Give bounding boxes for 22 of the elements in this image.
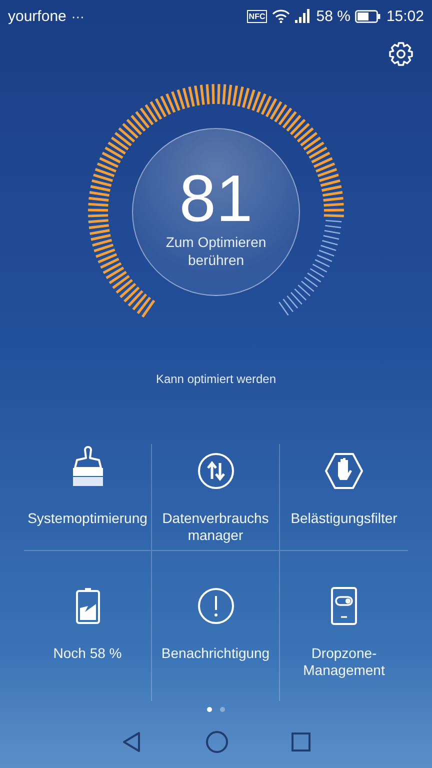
tool-tile[interactable]: Benachrichtigung [152,551,280,701]
recents-icon[interactable] [291,732,311,752]
tool-tile[interactable]: Noch 58 % [24,551,152,701]
tool-tile[interactable]: Datenverbrauchs manager [152,444,280,551]
settings-icon[interactable] [388,41,414,67]
status-message: Kann optimiert werden [154,372,278,386]
page-indicator-dot[interactable] [220,707,225,712]
more-notifications: ··· [71,8,84,24]
optimize-button[interactable]: 81 Zum Optimieren berühren [132,128,300,296]
back-icon[interactable] [121,731,143,753]
signal-icon [295,9,312,23]
page-indicator-dot[interactable] [207,707,212,712]
battery-icon [355,10,382,22]
carrier-name: yourfone [8,8,66,24]
wifi-icon [272,9,290,23]
battery-percentage: 58 % [316,8,350,24]
tool-tile[interactable]: Systemoptimierung [24,444,152,551]
clock: 15:02 [386,8,424,24]
tool-tile[interactable]: Belästigungsfilter [280,444,408,551]
tool-tile[interactable]: Dropzone-Management [280,551,408,701]
home-icon[interactable] [205,730,229,754]
nfc-indicator: NFC [246,10,268,22]
